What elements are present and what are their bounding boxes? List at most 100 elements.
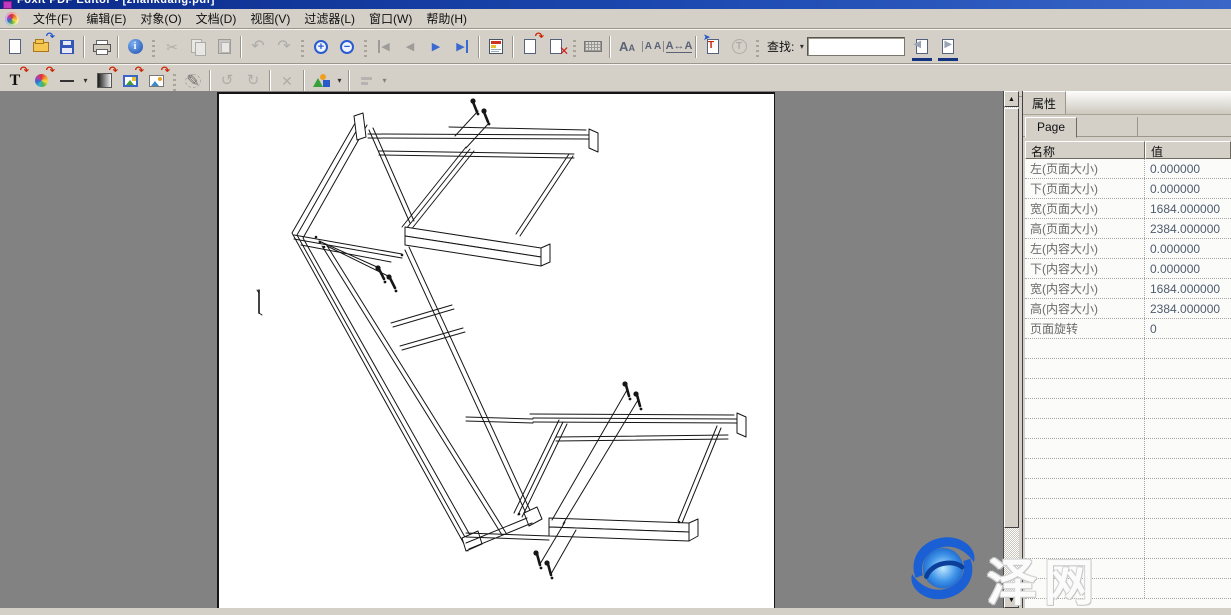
text-circle-button[interactable]: T: [726, 35, 752, 59]
scrollbar-thumb[interactable]: [1004, 108, 1019, 528]
font-compare-button[interactable]: A A: [640, 35, 666, 59]
keyboard-icon: [584, 41, 602, 52]
separator: [269, 70, 271, 92]
find-next-button[interactable]: ▶: [935, 35, 961, 59]
edit-image-button[interactable]: ↷: [117, 69, 143, 93]
rotate-page-button[interactable]: ↷: [517, 35, 543, 59]
scroll-up-button[interactable]: ▲: [1004, 91, 1019, 107]
property-value: 0: [1145, 319, 1231, 338]
line-style-dropdown[interactable]: ▾: [80, 76, 91, 85]
clipboard-icon: [218, 39, 231, 54]
property-row-8[interactable]: 高(内容大小)2384.000000: [1025, 299, 1231, 319]
cut-button[interactable]: ✂: [159, 35, 185, 59]
property-row-3[interactable]: 宽(页面大小)1684.000000: [1025, 199, 1231, 219]
last-page-button[interactable]: ▶: [449, 35, 475, 59]
property-value: [1145, 539, 1231, 558]
property-name: [1025, 459, 1145, 478]
separator: [609, 36, 611, 58]
delete-object-button[interactable]: ✕: [274, 69, 300, 93]
undo-button[interactable]: ↶: [245, 35, 271, 59]
find-previous-underline: [912, 58, 932, 61]
delete-page-button[interactable]: ✕: [543, 35, 569, 59]
toolbar-grip[interactable]: [756, 37, 759, 57]
rotate-object-right-button[interactable]: ↻: [240, 69, 266, 93]
copy-button[interactable]: [185, 35, 211, 59]
new-document-button[interactable]: [2, 35, 28, 59]
open-folder-icon: [33, 42, 49, 52]
add-graphics-button[interactable]: [308, 69, 334, 93]
property-row-6[interactable]: 下(内容大小)0.000000: [1025, 259, 1231, 279]
pdf-page[interactable]: [217, 92, 775, 608]
align-dropdown[interactable]: ▾: [379, 76, 390, 85]
app-window: Foxit PDF Editor - [zhankuang.pdf] 文件(F)…: [0, 0, 1231, 608]
document-icon[interactable]: [5, 12, 19, 26]
menu-item-7[interactable]: 窗口(W): [362, 8, 419, 29]
paste-button[interactable]: [211, 35, 237, 59]
insert-text-button[interactable]: T➤: [700, 35, 726, 59]
text-caret: [257, 290, 262, 315]
property-row-empty: [1025, 559, 1231, 579]
menu-item-2[interactable]: 编辑(E): [79, 8, 133, 29]
property-name: [1025, 539, 1145, 558]
lasso-icon: ✎: [185, 74, 201, 88]
property-row-4[interactable]: 高(页面大小)2384.000000: [1025, 219, 1231, 239]
next-page-button[interactable]: ▶: [423, 35, 449, 59]
toolbar-grip[interactable]: [152, 37, 155, 57]
property-row-9[interactable]: 页面旋转0: [1025, 319, 1231, 339]
menu-item-5[interactable]: 视图(V): [243, 8, 297, 29]
menu-item-8[interactable]: 帮助(H): [419, 8, 474, 29]
property-row-2[interactable]: 下(页面大小)0.000000: [1025, 179, 1231, 199]
add-text-button[interactable]: T↷: [2, 69, 28, 93]
toolbar-grip[interactable]: [573, 37, 576, 57]
find-dropdown-button[interactable]: ▾: [796, 42, 807, 51]
find-input[interactable]: [807, 37, 905, 56]
char-spacing-button[interactable]: A↔A: [666, 35, 692, 59]
property-row-5[interactable]: 左(内容大小)0.000000: [1025, 239, 1231, 259]
add-shading-button[interactable]: ↷: [91, 69, 117, 93]
edit-object-button[interactable]: ✎: [180, 69, 206, 93]
menu-item-3[interactable]: 对象(O): [133, 8, 188, 29]
redo-button[interactable]: ↷: [271, 35, 297, 59]
font-style-button[interactable]: AA: [614, 35, 640, 59]
vertical-scrollbar[interactable]: ▲ ▼: [1003, 91, 1019, 608]
print-button[interactable]: [88, 35, 114, 59]
menu-item-1[interactable]: 文件(F): [26, 8, 79, 29]
add-graphics-dropdown[interactable]: ▾: [334, 76, 345, 85]
scroll-down-button[interactable]: ▼: [1004, 592, 1019, 608]
zoom-out-button[interactable]: −: [334, 35, 360, 59]
red-arrow-icon: ↷: [161, 66, 170, 77]
first-page-button[interactable]: ◀: [371, 35, 397, 59]
add-image-button[interactable]: ↷: [143, 69, 169, 93]
property-name: [1025, 519, 1145, 538]
document-canvas[interactable]: [0, 91, 1003, 608]
tab-page[interactable]: Page: [1025, 117, 1077, 138]
line-style-button[interactable]: [54, 69, 80, 93]
property-value: 1684.000000: [1145, 279, 1231, 298]
property-value: [1145, 479, 1231, 498]
menu-item-6[interactable]: 过滤器(L): [297, 8, 362, 29]
save-button[interactable]: [54, 35, 80, 59]
column-header-name: 名称: [1025, 141, 1145, 159]
virtual-keyboard-button[interactable]: [580, 35, 606, 59]
previous-page-button[interactable]: ◀: [397, 35, 423, 59]
toolbar-grip[interactable]: [301, 37, 304, 57]
document-info-button[interactable]: i: [122, 35, 148, 59]
separator: [83, 36, 85, 58]
property-row-empty: [1025, 419, 1231, 439]
property-value: [1145, 579, 1231, 598]
align-objects-button[interactable]: [353, 69, 379, 93]
menu-item-4[interactable]: 文档(D): [189, 8, 244, 29]
property-row-7[interactable]: 宽(内容大小)1684.000000: [1025, 279, 1231, 299]
grid-rows: 左(页面大小)0.000000下(页面大小)0.000000宽(页面大小)168…: [1025, 159, 1231, 599]
rotate-object-left-button[interactable]: ↺: [214, 69, 240, 93]
edit-color-button[interactable]: ↷: [28, 69, 54, 93]
grid-header: 名称 值: [1025, 141, 1231, 159]
property-value: 0.000000: [1145, 259, 1231, 278]
page-layout-button[interactable]: [483, 35, 509, 59]
find-previous-button[interactable]: ◀: [909, 35, 935, 59]
zoom-in-button[interactable]: +: [308, 35, 334, 59]
toolbar-grip[interactable]: [364, 37, 367, 57]
open-button[interactable]: ↷: [28, 35, 54, 59]
property-row-1[interactable]: 左(页面大小)0.000000: [1025, 159, 1231, 179]
toolbar-grip[interactable]: [173, 71, 176, 91]
